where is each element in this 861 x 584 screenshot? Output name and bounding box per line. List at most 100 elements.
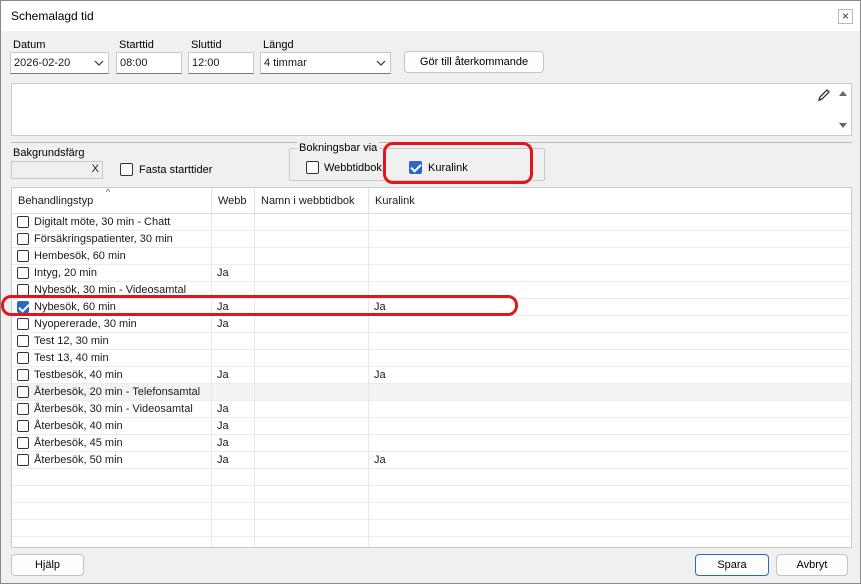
cell-kuralink: [369, 316, 851, 333]
table-row[interactable]: Intyg, 20 min Ja: [12, 265, 851, 282]
table-row[interactable]: Återbesök, 45 min Ja: [12, 435, 851, 452]
cell-behandlingstyp: Försäkringspatienter, 30 min: [12, 231, 212, 248]
end-time-input[interactable]: 12:00: [188, 52, 254, 74]
length-select[interactable]: 4 timmar: [260, 52, 391, 74]
column-header-webb[interactable]: Webb: [212, 188, 255, 214]
table-header: ^ Behandlingstyp Webb Namn i webbtidbok …: [12, 188, 851, 214]
cell-kuralink: [369, 214, 851, 231]
cell-behandlingstyp: Nyopererade, 30 min: [12, 316, 212, 333]
cell-webb: Ja: [212, 367, 255, 384]
cell-namn: [255, 316, 369, 333]
start-time-input[interactable]: 08:00: [116, 52, 182, 74]
empty-cell: [212, 469, 255, 486]
booking-legend: Bokningsbar via: [297, 142, 380, 154]
cell-behandlingstyp: Digitalt möte, 30 min - Chatt: [12, 214, 212, 231]
cell-namn: [255, 452, 369, 469]
window-title: Schemalagd tid: [11, 9, 94, 23]
column-header-kuralink[interactable]: Kuralink: [369, 188, 851, 214]
date-value: 2026-02-20: [14, 57, 71, 69]
help-button[interactable]: Hjälp: [11, 554, 84, 576]
table-row[interactable]: Hembesök, 60 min: [12, 248, 851, 265]
empty-cell: [212, 503, 255, 520]
cell-namn: [255, 384, 369, 401]
cell-namn: [255, 418, 369, 435]
cell-webb: Ja: [212, 401, 255, 418]
empty-cell: [12, 520, 212, 537]
notes-scrollbar[interactable]: [835, 84, 851, 135]
notes-textarea[interactable]: [11, 83, 852, 136]
cell-behandlingstyp: Test 13, 40 min: [12, 350, 212, 367]
save-button[interactable]: Spara: [695, 554, 769, 576]
empty-cell: [212, 520, 255, 537]
make-recurring-button[interactable]: Gör till återkommande: [404, 51, 544, 73]
background-color-input[interactable]: X: [11, 161, 103, 179]
cell-behandlingstyp: Återbesök, 45 min: [12, 435, 212, 452]
cell-behandlingstyp: Testbesök, 40 min: [12, 367, 212, 384]
scroll-up-icon[interactable]: [839, 90, 847, 96]
cell-kuralink: Ja: [374, 454, 386, 466]
cell-namn: [255, 401, 369, 418]
empty-cell: [12, 537, 212, 547]
cell-namn: [255, 265, 369, 282]
highlight-row-box: [1, 295, 518, 316]
cell-behandlingstyp: Återbesök, 40 min: [12, 418, 212, 435]
title-bar: Schemalagd tid ×: [1, 1, 860, 31]
treatment-type-table: ^ Behandlingstyp Webb Namn i webbtidbok …: [11, 187, 852, 548]
cell-webb: Ja: [212, 265, 255, 282]
cell-webb: [212, 214, 255, 231]
table-row[interactable]: Återbesök, 20 min - Telefonsamtal: [12, 384, 851, 401]
empty-cell: [255, 503, 369, 520]
cancel-button[interactable]: Avbryt: [776, 554, 848, 576]
table-row[interactable]: Testbesök, 40 min Ja Ja: [12, 367, 851, 384]
empty-row: [12, 503, 851, 520]
webbtidbok-checkbox[interactable]: [306, 161, 319, 174]
table-row[interactable]: Nyopererade, 30 min Ja: [12, 316, 851, 333]
cell-webb: [212, 384, 255, 401]
cell-webb: Ja: [212, 418, 255, 435]
cell-kuralink: [369, 248, 851, 265]
empty-row: [12, 520, 851, 537]
cell-webb: Ja: [212, 452, 255, 469]
table-row[interactable]: Återbesök, 30 min - Videosamtal Ja: [12, 401, 851, 418]
empty-row: [12, 469, 851, 486]
cell-namn: [255, 214, 369, 231]
empty-cell: [369, 537, 851, 547]
empty-cell: [12, 469, 212, 486]
cell-namn: [255, 367, 369, 384]
close-button[interactable]: ×: [838, 9, 853, 24]
pencil-icon[interactable]: [817, 88, 831, 102]
cell-namn: [255, 231, 369, 248]
cell-kuralink: [369, 435, 851, 452]
empty-cell: [255, 469, 369, 486]
cell-webb: [212, 350, 255, 367]
cell-kuralink: Ja: [374, 369, 386, 381]
table-row[interactable]: Digitalt möte, 30 min - Chatt: [12, 214, 851, 231]
column-header-behandlingstyp[interactable]: Behandlingstyp: [12, 188, 212, 214]
date-picker[interactable]: 2026-02-20: [10, 52, 109, 74]
column-header-namn[interactable]: Namn i webbtidbok: [255, 188, 369, 214]
cell-webb: Ja: [212, 435, 255, 452]
cell-behandlingstyp: Återbesök, 30 min - Videosamtal: [12, 401, 212, 418]
cell-kuralink: [369, 265, 851, 282]
table-row[interactable]: Återbesök, 40 min Ja: [12, 418, 851, 435]
fixed-start-checkbox[interactable]: [120, 163, 133, 176]
table-row[interactable]: Återbesök, 50 min Ja Ja: [12, 452, 851, 469]
empty-cell: [12, 503, 212, 520]
table-row[interactable]: Test 13, 40 min: [12, 350, 851, 367]
table-row[interactable]: Test 12, 30 min: [12, 333, 851, 350]
cell-namn: [255, 248, 369, 265]
webbtidbok-label: Webbtidbok: [324, 162, 382, 174]
cell-kuralink: [369, 418, 851, 435]
cell-webb: Ja: [212, 316, 255, 333]
chevron-down-icon: [94, 60, 104, 66]
empty-cell: [255, 537, 369, 547]
highlight-kuralink-box: [383, 142, 533, 184]
empty-cell: [212, 486, 255, 503]
cell-behandlingstyp: Intyg, 20 min: [12, 265, 212, 282]
scroll-down-icon[interactable]: [839, 123, 847, 129]
table-row[interactable]: Försäkringspatienter, 30 min: [12, 231, 851, 248]
cell-namn: [255, 333, 369, 350]
length-value: 4 timmar: [264, 57, 307, 69]
clear-color-button[interactable]: X: [92, 163, 99, 175]
empty-row: [12, 537, 851, 547]
